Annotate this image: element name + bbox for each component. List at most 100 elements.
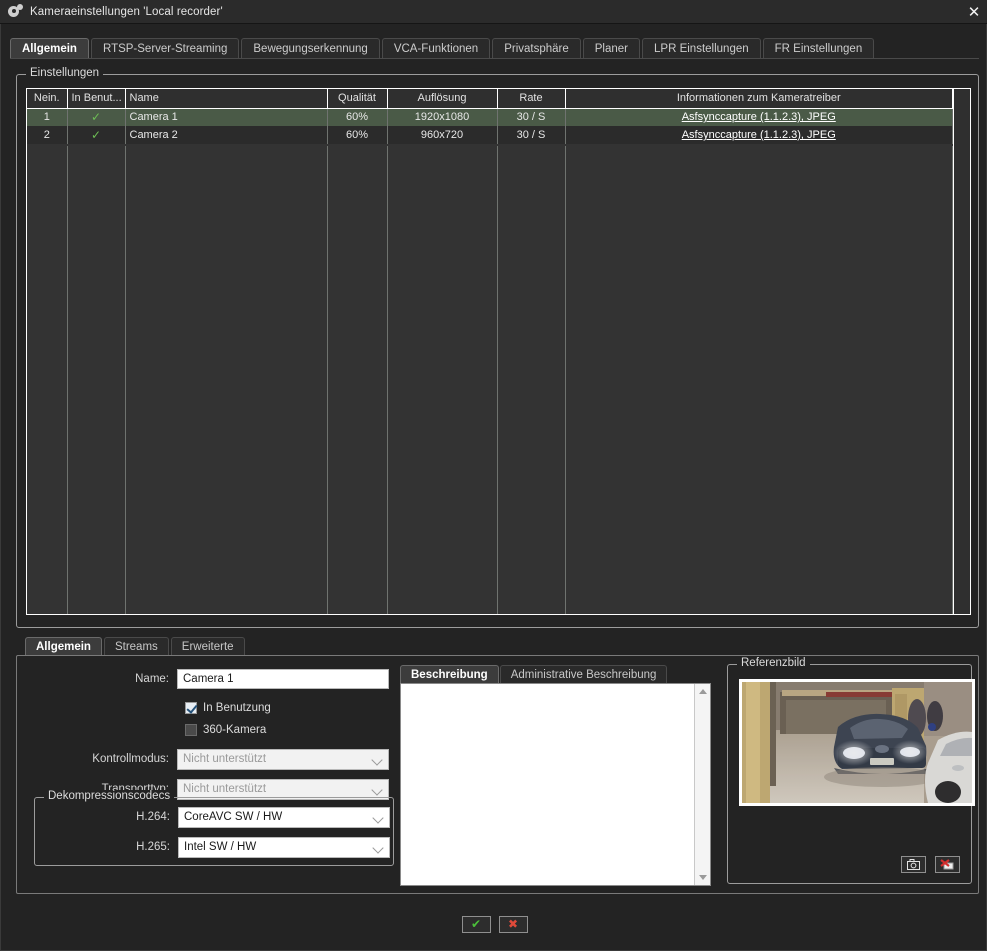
chevron-down-icon xyxy=(373,785,382,794)
col-header-quality[interactable]: Qualität xyxy=(327,89,388,109)
col-header-no[interactable]: Nein. xyxy=(27,89,68,109)
in-use-checkbox[interactable] xyxy=(185,702,197,714)
tab-label: VCA-Funktionen xyxy=(393,43,479,55)
h265-row: H.265: Intel SW / HW xyxy=(35,836,393,858)
main-tab-strip: Allgemein RTSP-Server-Streaming Bewegung… xyxy=(10,37,979,59)
decompression-codecs-group: Dekompressionscodecs H.264: CoreAVC SW /… xyxy=(34,790,394,866)
desc-tab-label: Beschreibung xyxy=(411,669,488,681)
col-header-name[interactable]: Name xyxy=(125,89,328,109)
lower-tab-strip: Allgemein Streams Erweiterte xyxy=(25,636,245,656)
lower-tab-erweiterte[interactable]: Erweiterte xyxy=(170,637,245,656)
table-vertical-scrollbar[interactable] xyxy=(953,89,970,614)
lower-tab-allgemein[interactable]: Allgemein xyxy=(25,637,102,656)
camera-table-grid: Nein. In Benut... Name Qualität Auflösun… xyxy=(27,89,953,144)
desc-tab-label: Administrative Beschreibung xyxy=(510,669,657,681)
col-header-resolution[interactable]: Auflösung xyxy=(387,89,498,109)
ok-button[interactable]: ✔ xyxy=(461,915,491,933)
parking-garage-scene xyxy=(742,682,972,803)
tab-allgemein[interactable]: Allgemein xyxy=(10,38,89,59)
reference-group-label: Referenzbild xyxy=(737,657,810,669)
settings-group-label: Einstellungen xyxy=(26,67,104,79)
scroll-up-icon[interactable] xyxy=(695,684,711,699)
tab-label: Allgemein xyxy=(22,43,77,55)
tab-label: Privatsphäre xyxy=(504,43,569,55)
tab-bewegungserkennung[interactable]: Bewegungserkennung xyxy=(241,38,380,59)
camera360-label: 360-Kamera xyxy=(203,724,267,736)
table-empty-grid xyxy=(27,146,953,614)
empty-cell xyxy=(565,146,953,614)
in-use-label: In Benutzung xyxy=(203,702,271,714)
control-mode-select[interactable]: Nicht unterstützt xyxy=(177,748,389,770)
name-input[interactable]: Camera 1 xyxy=(177,669,389,689)
in-use-row: In Benutzung xyxy=(17,698,407,718)
col-header-rate[interactable]: Rate xyxy=(497,89,566,109)
tab-lpr-einstellungen[interactable]: LPR Einstellungen xyxy=(642,38,761,59)
reference-image-buttons xyxy=(901,856,960,873)
camera360-checkbox[interactable] xyxy=(185,724,197,736)
codecs-group-label: Dekompressionscodecs xyxy=(44,790,175,802)
dialog-body: Allgemein RTSP-Server-Streaming Bewegung… xyxy=(0,24,987,951)
h265-select[interactable]: Intel SW / HW xyxy=(178,836,390,858)
description-textarea-wrap xyxy=(400,683,711,886)
title-bar: Kameraeinstellungen 'Local recorder' ✕ xyxy=(0,0,987,24)
tab-planer[interactable]: Planer xyxy=(582,38,641,59)
chevron-down-icon xyxy=(373,755,382,764)
chevron-down-icon xyxy=(374,813,383,822)
general-form: Name: Camera 1 In Benutzung 360-Kamera K… xyxy=(17,668,407,808)
window-title: Kameraeinstellungen 'Local recorder' xyxy=(30,5,223,18)
h264-row: H.264: CoreAVC SW / HW xyxy=(35,806,393,828)
h265-label: H.265: xyxy=(136,841,170,853)
empty-cell xyxy=(497,146,566,614)
cell-resolution: 960x720 xyxy=(387,126,498,144)
gear-icon xyxy=(7,3,23,20)
cell-quality: 60% xyxy=(327,108,388,126)
scroll-down-icon[interactable] xyxy=(695,870,711,885)
tab-fr-einstellungen[interactable]: FR Einstellungen xyxy=(762,38,875,59)
cell-no: 2 xyxy=(27,126,68,144)
table-row[interactable]: 2 ✓ Camera 2 60% 960x720 30 / S Asfsyncc… xyxy=(27,126,953,144)
tab-label: Planer xyxy=(594,43,629,55)
driver-link[interactable]: Asfsynccapture (1.1.2.3), JPEG xyxy=(682,111,836,123)
description-scrollbar[interactable] xyxy=(694,684,710,885)
tab-strip-underline xyxy=(10,58,979,59)
tab-privatsphaere[interactable]: Privatsphäre xyxy=(492,38,581,59)
dialog-footer: ✔ ✖ xyxy=(1,904,987,944)
tab-beschreibung[interactable]: Beschreibung xyxy=(400,665,499,684)
cell-no: 1 xyxy=(27,108,68,126)
cell-name: Camera 1 xyxy=(125,108,328,126)
cell-in-use: ✓ xyxy=(67,108,126,126)
lower-panel: Allgemein Streams Erweiterte Name: Camer… xyxy=(16,636,979,894)
lower-tab-label: Streams xyxy=(114,641,158,653)
reference-image-group: Referenzbild xyxy=(727,657,975,884)
empty-cell xyxy=(27,146,68,614)
lower-tab-streams[interactable]: Streams xyxy=(103,637,169,656)
close-icon[interactable]: ✕ xyxy=(965,3,983,21)
col-header-in-use[interactable]: In Benut... xyxy=(67,89,126,109)
tab-administrative-beschreibung[interactable]: Administrative Beschreibung xyxy=(499,665,668,684)
h264-select[interactable]: CoreAVC SW / HW xyxy=(178,806,390,828)
camera-table: Nein. In Benut... Name Qualität Auflösun… xyxy=(26,88,971,615)
scrollbar-track[interactable] xyxy=(954,89,970,614)
delete-image-icon[interactable] xyxy=(935,856,960,873)
cell-driver: Asfsynccapture (1.1.2.3), JPEG xyxy=(565,108,953,126)
tab-vca-funktionen[interactable]: VCA-Funktionen xyxy=(381,38,491,59)
col-header-driver[interactable]: Informationen zum Kameratreiber xyxy=(565,89,953,109)
transport-value: Nicht unterstützt xyxy=(183,782,267,795)
h265-value: Intel SW / HW xyxy=(184,840,257,853)
cell-quality: 60% xyxy=(327,126,388,144)
lower-tab-label: Erweiterte xyxy=(181,641,234,653)
camera360-row: 360-Kamera xyxy=(17,720,407,740)
camera-icon[interactable] xyxy=(901,856,926,873)
driver-link[interactable]: Asfsynccapture (1.1.2.3), JPEG xyxy=(682,129,836,141)
control-mode-row: Kontrollmodus: Nicht unterstützt xyxy=(17,748,407,770)
check-icon: ✓ xyxy=(90,128,102,142)
tab-rtsp-server-streaming[interactable]: RTSP-Server-Streaming xyxy=(90,38,240,59)
cancel-button[interactable]: ✖ xyxy=(498,915,528,933)
cell-rate: 30 / S xyxy=(497,126,566,144)
tab-label: FR Einstellungen xyxy=(774,43,863,55)
empty-cell xyxy=(125,146,328,614)
description-textarea[interactable] xyxy=(401,684,694,885)
cell-driver: Asfsynccapture (1.1.2.3), JPEG xyxy=(565,126,953,144)
table-row[interactable]: 1 ✓ Camera 1 60% 1920x1080 30 / S Asfsyn… xyxy=(27,108,953,126)
cell-in-use: ✓ xyxy=(67,126,126,144)
